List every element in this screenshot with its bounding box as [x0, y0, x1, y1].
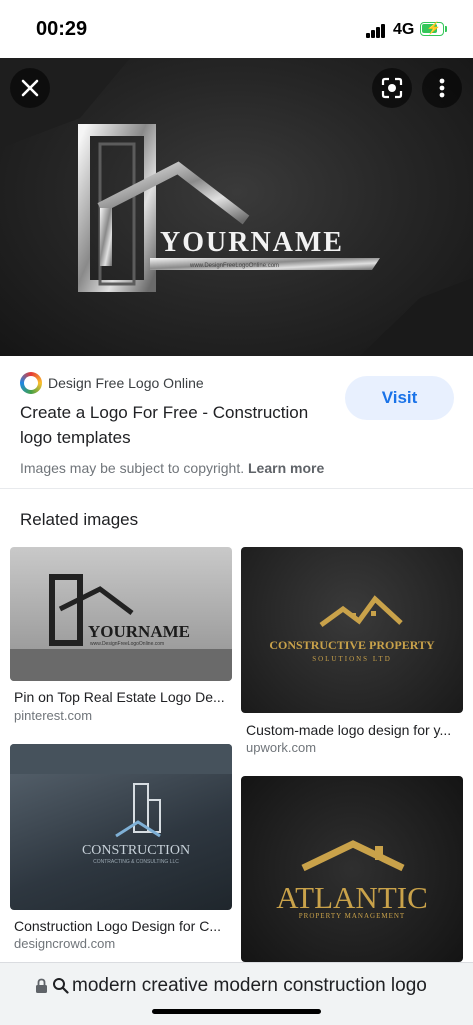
close-button[interactable] [10, 68, 50, 108]
more-vert-icon [439, 78, 445, 98]
learn-more-link[interactable]: Learn more [248, 460, 324, 476]
search-query-text[interactable]: modern creative modern construction logo [72, 975, 438, 997]
close-icon [21, 79, 39, 97]
related-domain-3: designcrowd.com [14, 936, 116, 951]
logo-name-text: YOURNAME [160, 227, 344, 258]
source-row[interactable]: Design Free Logo Online [20, 372, 204, 394]
related-title-1[interactable]: Pin on Top Real Estate Logo De... [14, 689, 226, 705]
copyright-text: Images may be subject to copyright. [20, 460, 245, 476]
related-thumb-3-image: CONSTRUCTION CONTRACTING & CONSULTING LL… [10, 744, 232, 865]
related-thumb-3-subtext: CONTRACTING & CONSULTING LLC [93, 859, 179, 865]
search-icon [53, 978, 69, 994]
status-bar: 00:29 4G ⚡ [0, 0, 473, 58]
related-thumb-2[interactable]: CONSTRUCTIVE PROPERTY SOLUTIONS LTD [241, 547, 463, 713]
related-thumb-4[interactable]: ATLANTIC PROPERTY MANAGEMENT [241, 776, 463, 962]
signal-icon [366, 24, 386, 38]
related-title-3[interactable]: Construction Logo Design for C... [14, 918, 226, 934]
divider [0, 488, 473, 489]
source-name: Design Free Logo Online [48, 375, 204, 391]
related-title-2[interactable]: Custom-made logo design for y... [246, 722, 458, 738]
network-label: 4G [393, 21, 415, 38]
related-domain-2: upwork.com [246, 740, 317, 755]
related-thumb-3[interactable]: CONSTRUCTION CONTRACTING & CONSULTING LL… [10, 744, 232, 910]
visit-button[interactable]: Visit [345, 376, 454, 420]
related-domain-1: pinterest.com [14, 708, 93, 723]
site-favicon-icon [20, 372, 42, 394]
copyright-notice: Images may be subject to copyright. Lear… [20, 460, 324, 476]
related-thumb-1-subtext: www.DesignFreeLogoOnline.com [90, 641, 164, 647]
logo-url-text: www.DesignFreeLogoOnline.com [189, 263, 279, 269]
related-images-heading: Related images [20, 510, 139, 529]
more-options-button[interactable] [422, 68, 462, 108]
related-thumb-1-image: YOURNAME www.DesignFreeLogoOnline.com [10, 574, 232, 681]
lock-icon [36, 978, 47, 993]
result-title[interactable]: Create a Logo For Free - Construction lo… [20, 400, 340, 450]
battery-icon: ⚡ [420, 21, 444, 36]
related-thumb-2-image: CONSTRUCTIVE PROPERTY SOLUTIONS LTD [269, 595, 435, 663]
related-thumb-4-text: ATLANTIC [276, 880, 428, 915]
related-thumb-2-subtext: SOLUTIONS LTD [312, 655, 392, 663]
related-thumb-2-text: CONSTRUCTIVE PROPERTY [269, 638, 435, 652]
related-thumb-3-text: CONSTRUCTION [82, 843, 190, 858]
lens-icon [381, 77, 403, 99]
bottom-search-bar[interactable]: modern creative modern construction logo [0, 962, 473, 1025]
related-thumb-4-image: ATLANTIC PROPERTY MANAGEMENT [276, 840, 428, 920]
hero-image[interactable]: YOURNAME www.DesignFreeLogoOnline.com [0, 58, 473, 356]
related-thumb-1-text: YOURNAME [88, 622, 190, 641]
lens-button[interactable] [372, 68, 412, 108]
related-thumb-4-subtext: PROPERTY MANAGEMENT [299, 912, 405, 920]
status-time: 00:29 [36, 18, 88, 40]
home-indicator[interactable] [152, 1009, 321, 1014]
related-thumb-1[interactable]: YOURNAME www.DesignFreeLogoOnline.com [10, 547, 232, 681]
